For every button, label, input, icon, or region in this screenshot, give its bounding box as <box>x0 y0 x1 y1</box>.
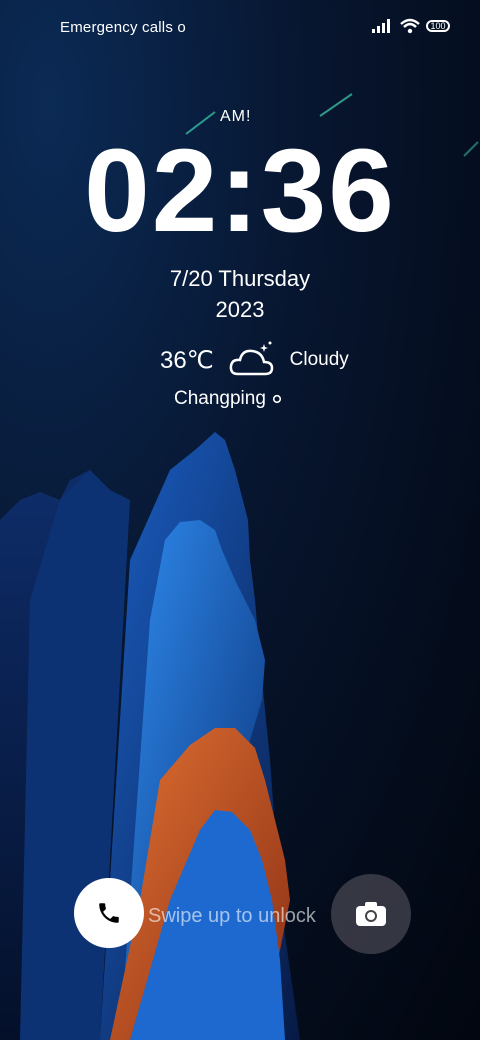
signal-icon <box>372 19 390 33</box>
phone-button[interactable] <box>74 878 144 948</box>
weather-widget[interactable]: 36℃ Cloudy <box>160 340 349 380</box>
weather-condition: Cloudy <box>289 349 349 370</box>
temperature: 36℃ <box>160 346 214 374</box>
camera-button[interactable] <box>331 874 411 954</box>
location[interactable]: Changping <box>174 388 282 410</box>
location-name: Changping <box>174 388 266 409</box>
cloudy-night-icon <box>229 341 273 376</box>
clock-date: 7/20 Thursday <box>169 266 311 291</box>
ampm-label: AM! <box>220 108 252 125</box>
emergency-calls-text: Emergency calls o <box>60 19 186 36</box>
status-bar: Emergency calls o 100 <box>0 0 480 56</box>
phone-icon <box>99 903 119 923</box>
clock-year: 2023 <box>215 297 265 322</box>
camera-icon <box>356 902 386 926</box>
swipe-hint: Swipe up to unlock <box>148 905 316 927</box>
battery-level: 100 <box>430 21 446 31</box>
clock-time: 02:36 <box>84 125 396 257</box>
location-pin-icon <box>272 394 282 404</box>
battery-indicator: 100 <box>426 20 450 32</box>
status-icons: 100 <box>372 18 450 34</box>
wifi-icon <box>400 18 420 34</box>
